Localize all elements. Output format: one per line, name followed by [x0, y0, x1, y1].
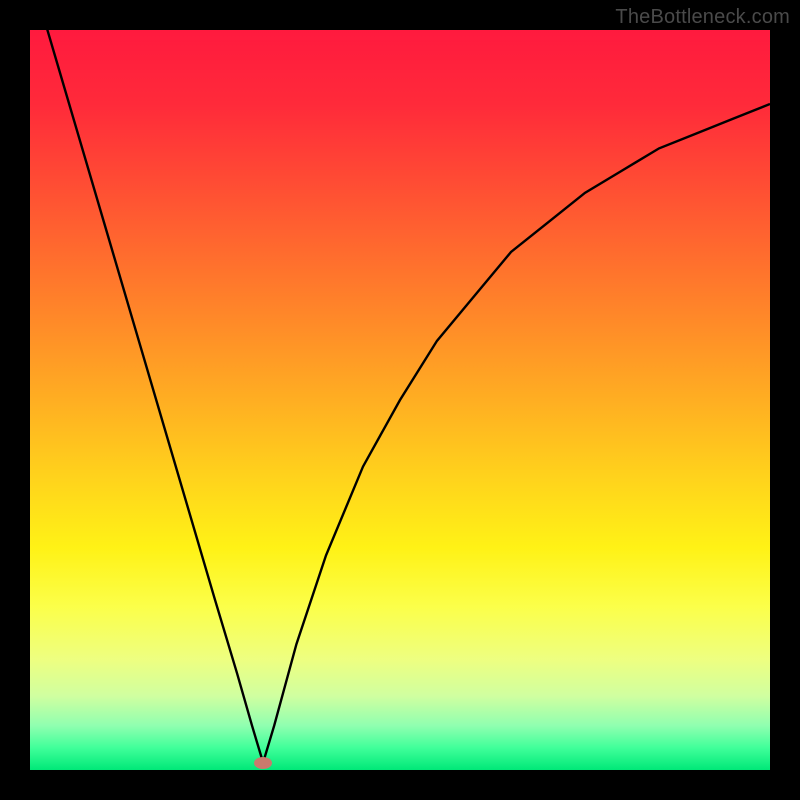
- bottleneck-curve: [30, 30, 770, 763]
- optimal-point-marker: [254, 757, 272, 769]
- chart-frame: TheBottleneck.com: [0, 0, 800, 800]
- plot-area: [30, 30, 770, 770]
- watermark-text: TheBottleneck.com: [615, 6, 790, 29]
- curve-layer: [30, 30, 770, 770]
